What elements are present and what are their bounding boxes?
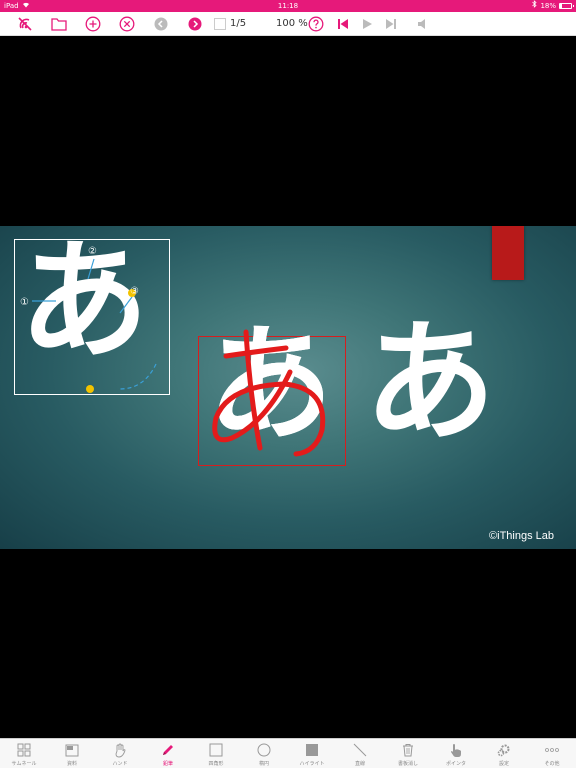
chevron-right-icon	[188, 17, 202, 31]
tab-label: 設定	[498, 761, 509, 767]
chevron-left-icon	[154, 17, 168, 31]
tab-hand[interactable]: ハンド	[96, 739, 144, 768]
stroke-order-annotations	[32, 258, 157, 393]
reference-char: あ	[364, 306, 496, 460]
copyright-text: ©iThings Lab	[489, 530, 554, 542]
add-button[interactable]	[84, 15, 102, 33]
app-root: iPad 11:18 18% 1/5 100 % あ ① ② ③ あ あ ©iT…	[0, 0, 576, 768]
page-count: 1/5	[230, 18, 247, 29]
previous-page-button[interactable]	[152, 15, 170, 33]
tab-thumbnail[interactable]: サムネール	[0, 739, 48, 768]
more-icon	[544, 742, 560, 758]
tab-more[interactable]: その他	[528, 739, 576, 768]
plus-circle-icon	[85, 16, 101, 32]
pencil-annotation	[212, 329, 326, 457]
tab-label: 書板消し	[397, 761, 418, 767]
help-button[interactable]	[307, 15, 325, 33]
stroke-number-3: ③	[130, 286, 139, 297]
tab-documents[interactable]: 資料	[48, 739, 96, 768]
line-icon	[353, 742, 367, 758]
tab-pencil[interactable]: 鉛筆	[144, 739, 192, 768]
battery-percent: 18%	[540, 2, 556, 10]
status-bar: iPad 11:18 18%	[0, 0, 576, 12]
stroke-number-1: ①	[20, 297, 29, 308]
pencil-icon	[161, 742, 175, 758]
hand-icon	[113, 742, 127, 758]
skip-back-icon	[336, 17, 350, 31]
battery-fill	[560, 4, 562, 8]
bottom-tool-bar: サムネール 資料 ハンド 鉛筆 四角形 楕円 ハイライト 直線 書板消し ポイン…	[0, 738, 576, 768]
square-icon	[209, 742, 223, 758]
speaker-icon	[416, 17, 430, 31]
circle-icon	[257, 742, 271, 758]
tab-ellipse[interactable]: 楕円	[240, 739, 288, 768]
tab-highlight[interactable]: ハイライト	[288, 739, 336, 768]
stroke-number-2: ②	[88, 246, 97, 257]
gear-icon	[497, 742, 511, 758]
bookmark-ribbon	[492, 226, 524, 280]
play-button[interactable]	[358, 15, 376, 33]
status-time: 11:18	[277, 2, 299, 10]
help-circle-icon	[308, 16, 324, 32]
tab-label: 鉛筆	[162, 761, 173, 767]
tab-label: 直線	[354, 761, 365, 767]
tab-label: ポインタ	[445, 761, 466, 767]
skip-forward-icon	[384, 17, 398, 31]
page-number-input[interactable]	[214, 18, 226, 30]
close-button[interactable]	[118, 15, 136, 33]
tab-label: ハイライト	[299, 761, 325, 767]
document-icon	[65, 742, 79, 758]
grid-icon	[17, 742, 31, 758]
last-page-button[interactable]	[382, 15, 400, 33]
tab-rectangle[interactable]: 四角形	[192, 739, 240, 768]
tab-label: ハンド	[112, 761, 128, 767]
tab-label: 四角形	[208, 761, 224, 767]
play-icon	[360, 17, 374, 31]
tab-pointer[interactable]: ポインタ	[432, 739, 480, 768]
first-page-button[interactable]	[334, 15, 352, 33]
tab-label: 資料	[66, 761, 77, 767]
tab-line[interactable]: 直線	[336, 739, 384, 768]
top-toolbar: 1/5 100 %	[0, 12, 576, 36]
highlight-icon	[305, 742, 319, 758]
airplay-off-icon	[17, 16, 33, 32]
tab-label: その他	[544, 761, 560, 767]
slide-canvas[interactable]: あ ① ② ③ あ あ ©iThings Lab	[0, 226, 576, 549]
sound-button[interactable]	[414, 15, 432, 33]
bluetooth-icon	[532, 0, 538, 12]
folder-icon	[51, 17, 67, 31]
battery-icon	[559, 3, 574, 9]
close-circle-icon	[119, 16, 135, 32]
open-folder-button[interactable]	[50, 15, 68, 33]
trash-icon	[402, 742, 414, 758]
zoom-level[interactable]: 100 %	[276, 17, 308, 31]
airplay-off-button[interactable]	[16, 15, 34, 33]
pointer-icon	[449, 742, 463, 758]
tab-eraser[interactable]: 書板消し	[384, 739, 432, 768]
tab-label: サムネール	[11, 761, 37, 767]
next-page-button[interactable]	[186, 15, 204, 33]
tab-settings[interactable]: 設定	[480, 739, 528, 768]
tab-label: 楕円	[258, 761, 269, 767]
status-right: 18%	[532, 0, 574, 12]
